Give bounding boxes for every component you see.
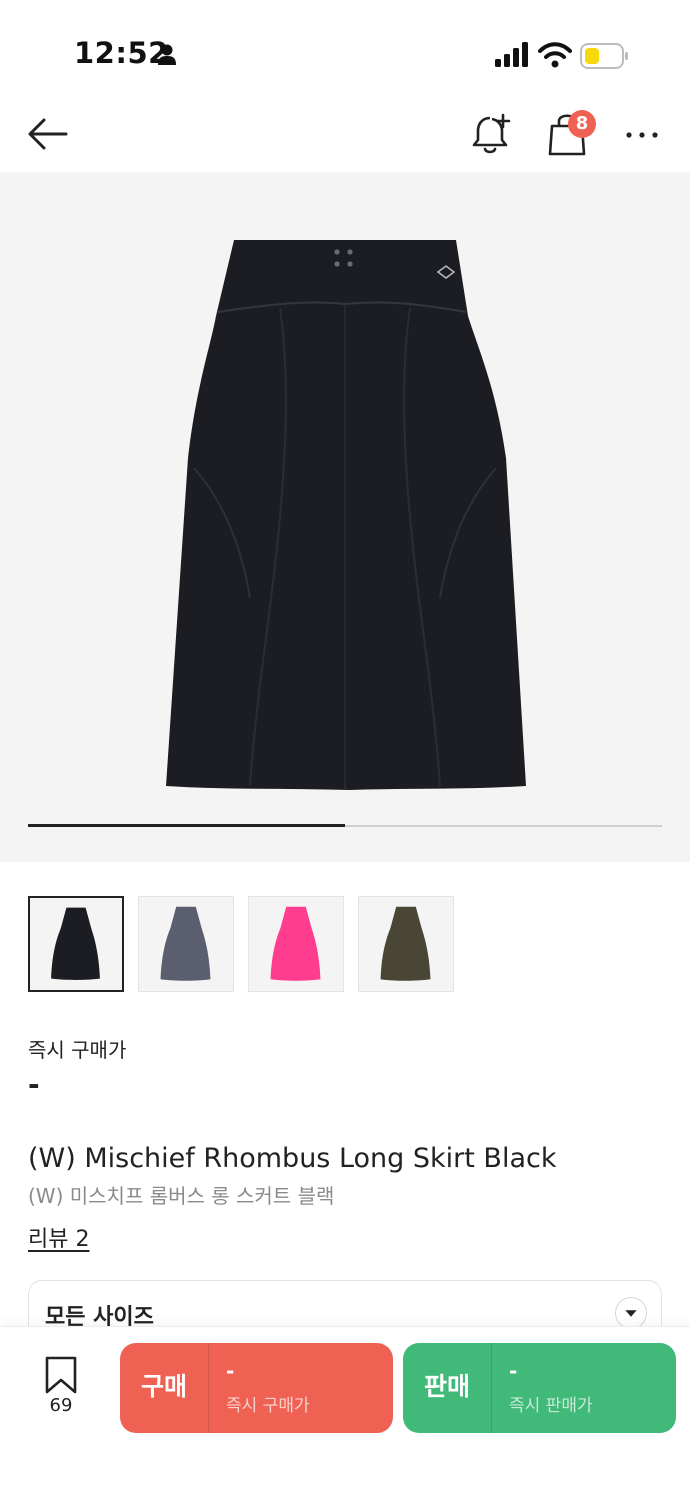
thumbnail-khaki-camo[interactable]	[358, 896, 454, 992]
buy-button-sublabel: 즉시 구매가	[226, 1396, 310, 1416]
thumbnail-grey[interactable]	[138, 896, 234, 992]
thumbnail-skirt-image	[270, 906, 321, 981]
sell-button-sublabel: 즉시 판매가	[509, 1396, 593, 1416]
instant-buy-price-label: 즉시 구매가	[28, 1038, 127, 1062]
cellular-signal-icon	[495, 42, 528, 67]
wishlist-button[interactable]: 69	[26, 1353, 96, 1433]
sell-button[interactable]: 판매 - 즉시 판매가	[403, 1343, 676, 1433]
carousel-progress-track	[28, 824, 662, 827]
bookmark-icon	[45, 1356, 77, 1394]
sell-button-price: -	[509, 1359, 518, 1383]
thumbnail-black[interactable]	[28, 896, 124, 992]
product-title-ko: (W) 미스치프 롬버스 롱 스커트 블랙	[28, 1184, 335, 1208]
instant-buy-price-value: -	[28, 1068, 40, 1101]
notification-bell-add-icon[interactable]	[470, 112, 512, 156]
wifi-icon	[538, 42, 572, 68]
status-bar: 12:52	[0, 0, 690, 100]
thumbnail-skirt-image	[160, 906, 211, 981]
thumbnail-skirt-image	[51, 907, 100, 980]
more-options-icon[interactable]	[622, 120, 662, 150]
bottom-action-bar: 69 구매 - 즉시 구매가 판매 - 즉시 판매가	[0, 1326, 690, 1500]
buy-button-divider	[208, 1343, 209, 1433]
chevron-down-icon	[615, 1297, 647, 1329]
cart-count-badge: 8	[568, 110, 596, 138]
product-title-en: (W) Mischief Rhombus Long Skirt Black	[28, 1143, 557, 1174]
review-link[interactable]: 리뷰 2	[28, 1221, 89, 1253]
battery-icon	[580, 43, 628, 69]
person-icon	[158, 44, 176, 65]
carousel-progress-fill	[28, 824, 345, 827]
thumbnail-pink[interactable]	[248, 896, 344, 992]
wishlist-count: 69	[49, 1395, 73, 1416]
color-thumbnails	[28, 896, 662, 992]
buy-button-label: 구매	[140, 1372, 187, 1401]
sell-button-divider	[491, 1343, 492, 1433]
buy-button-price: -	[226, 1359, 235, 1383]
sell-button-label: 판매	[423, 1372, 470, 1401]
product-image-carousel[interactable]	[0, 172, 690, 862]
buy-button[interactable]: 구매 - 즉시 구매가	[120, 1343, 393, 1433]
product-image-skirt-black	[166, 240, 526, 790]
thumbnail-skirt-image	[380, 906, 431, 981]
status-time: 12:52	[74, 36, 169, 70]
back-arrow-icon[interactable]	[26, 114, 70, 154]
